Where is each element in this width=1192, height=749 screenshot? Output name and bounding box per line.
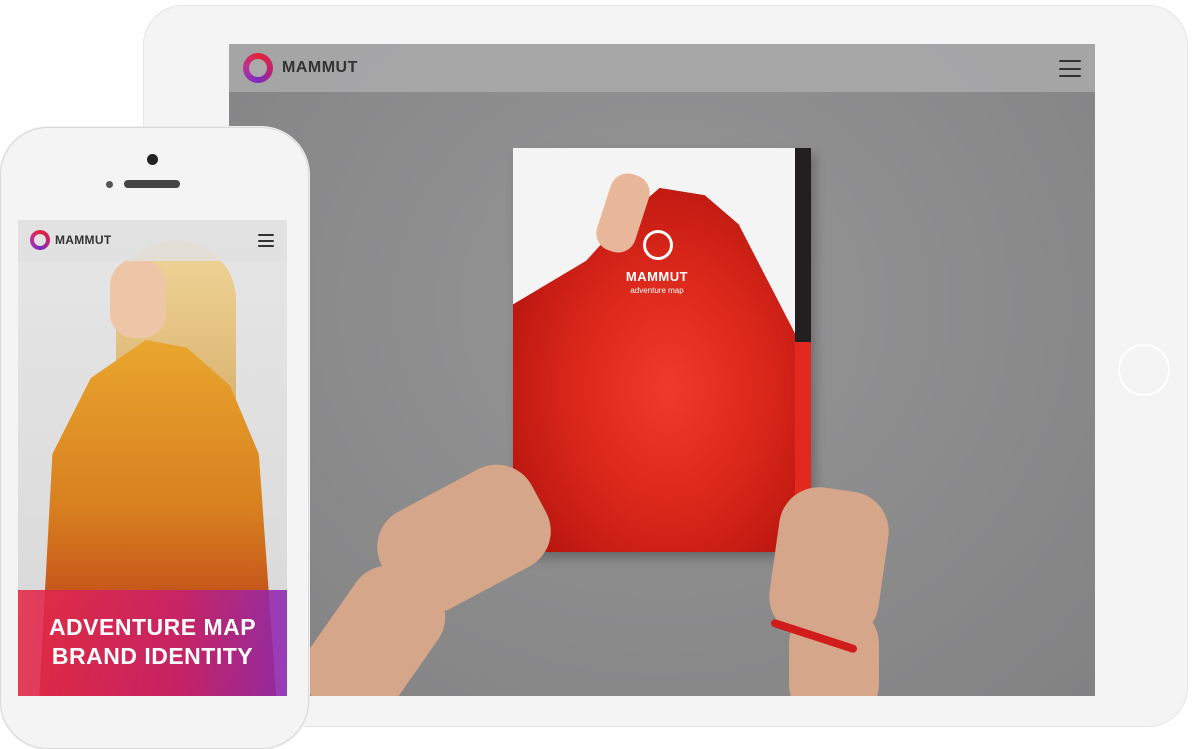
tablet-screen: MAMMUT adventure map MAMMUT: [229, 44, 1095, 696]
hero-line-2: BRAND IDENTITY: [51, 643, 254, 669]
tablet-header: MAMMUT: [229, 44, 1095, 92]
hamburger-icon[interactable]: [1059, 60, 1081, 77]
mammut-logo-icon[interactable]: [30, 230, 50, 250]
brochure-title: MAMMUT: [625, 269, 689, 284]
hero-headline[interactable]: ADVENTURE MAP BRAND IDENTITY: [18, 613, 287, 671]
brand-name[interactable]: MAMMUT: [55, 233, 111, 247]
hero-line-1: ADVENTURE MAP: [48, 614, 257, 640]
mammut-logo-icon[interactable]: [243, 53, 273, 83]
proximity-sensor: [106, 181, 113, 188]
brochure-image: MAMMUT adventure map: [513, 148, 811, 552]
mammut-logo-mark: [643, 230, 673, 260]
brand-name[interactable]: MAMMUT: [282, 59, 358, 77]
model-face: [110, 258, 166, 338]
camera-icon: [147, 154, 158, 165]
phone-header: MAMMUT: [18, 220, 287, 261]
phone-screen: MAMMUT ADVENTURE MAP BRAND IDENTITY: [18, 220, 287, 696]
right-forearm: [789, 604, 879, 696]
hamburger-icon[interactable]: [258, 234, 274, 247]
brochure-subtitle: adventure map: [630, 286, 684, 295]
tablet-home-button[interactable]: [1118, 344, 1170, 396]
speaker-grille: [124, 180, 180, 188]
